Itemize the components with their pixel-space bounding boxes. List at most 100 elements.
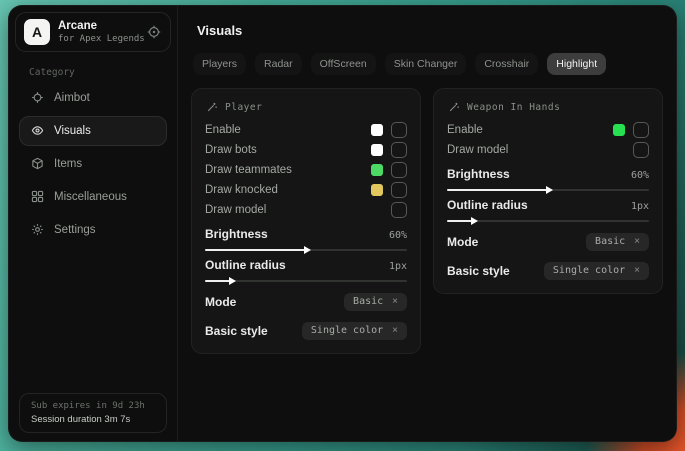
- slider-fill: [205, 280, 231, 282]
- sidebar-item-aimbot[interactable]: Aimbot: [19, 83, 167, 113]
- toggle-row-draw-model: Draw model: [447, 140, 649, 160]
- slider-outline-radius: Outline radius 1px: [447, 198, 649, 222]
- tab-offscreen[interactable]: OffScreen: [311, 53, 376, 75]
- slider-value: 60%: [631, 170, 649, 181]
- dropdown-label: Mode: [205, 295, 236, 309]
- panel-weapon-in-hands: Weapon In Hands Enable Draw model Bright…: [433, 88, 663, 294]
- slider-thumb[interactable]: [546, 186, 553, 194]
- slider-fill: [205, 249, 306, 251]
- dropdown-value: Basic: [595, 236, 625, 247]
- slider-value: 60%: [389, 230, 407, 241]
- dropdown-pill[interactable]: Basic ×: [586, 233, 649, 251]
- dropdown-mode: Mode Basic ×: [447, 232, 649, 251]
- clear-icon[interactable]: ×: [392, 297, 398, 307]
- eye-icon: [30, 124, 44, 138]
- slider-track[interactable]: [447, 220, 649, 222]
- toggle-row-draw-teammates: Draw teammates: [205, 160, 407, 180]
- clear-icon[interactable]: ×: [634, 266, 640, 276]
- main-content: Visuals Players Radar OffScreen Skin Cha…: [178, 6, 676, 441]
- clear-icon[interactable]: ×: [634, 237, 640, 247]
- slider-label: Brightness: [447, 167, 510, 181]
- slider-thumb[interactable]: [471, 217, 478, 225]
- dropdown-pill[interactable]: Single color ×: [302, 322, 407, 340]
- app-subtitle: for Apex Legends: [58, 34, 138, 44]
- toggle-label: Enable: [205, 124, 371, 136]
- package-icon: [30, 157, 44, 171]
- slider-thumb[interactable]: [229, 277, 236, 285]
- clear-icon[interactable]: ×: [392, 326, 398, 336]
- slider-label: Brightness: [205, 227, 268, 241]
- panels-row: Player Enable Draw bots Draw teammates: [191, 88, 663, 354]
- toggle-row-enable: Enable: [205, 120, 407, 140]
- session-duration-text: Session duration 3m 7s: [31, 414, 155, 425]
- checkbox[interactable]: [391, 182, 407, 198]
- slider-label: Outline radius: [205, 258, 286, 272]
- panel-weapon-header: Weapon In Hands: [448, 101, 649, 113]
- toggle-label: Draw bots: [205, 144, 371, 156]
- dropdown-pill[interactable]: Single color ×: [544, 262, 649, 280]
- slider-value: 1px: [631, 201, 649, 212]
- dropdown-mode: Mode Basic ×: [205, 292, 407, 311]
- slider-brightness: Brightness 60%: [205, 227, 407, 251]
- brand-card: A Arcane for Apex Legends: [15, 12, 171, 52]
- tab-radar[interactable]: Radar: [255, 53, 302, 75]
- color-swatch[interactable]: [371, 124, 383, 136]
- sidebar-nav: Aimbot Visuals Items: [9, 81, 177, 246]
- page-title: Visuals: [197, 23, 663, 38]
- checkbox[interactable]: [633, 142, 649, 158]
- grid-icon: [30, 190, 44, 204]
- slider-track[interactable]: [205, 280, 407, 282]
- toggle-label: Draw model: [447, 144, 633, 156]
- dropdown-label: Basic style: [205, 324, 268, 338]
- crosshair-icon: [30, 91, 44, 105]
- checkbox[interactable]: [391, 202, 407, 218]
- panel-player: Player Enable Draw bots Draw teammates: [191, 88, 421, 354]
- toggle-label: Enable: [447, 124, 613, 136]
- app-window: A Arcane for Apex Legends Category: [8, 5, 677, 442]
- panel-player-header: Player: [206, 101, 407, 113]
- dropdown-basic-style: Basic style Single color ×: [447, 261, 649, 280]
- dropdown-label: Basic style: [447, 264, 510, 278]
- sidebar-item-label: Items: [54, 158, 82, 170]
- slider-thumb[interactable]: [304, 246, 311, 254]
- color-swatch[interactable]: [613, 124, 625, 136]
- dropdown-label: Mode: [447, 235, 478, 249]
- sidebar-item-label: Aimbot: [54, 92, 90, 104]
- slider-brightness: Brightness 60%: [447, 167, 649, 191]
- brand-text: Arcane for Apex Legends: [58, 20, 138, 44]
- subscription-info-card: Sub expires in 9d 23h Session duration 3…: [19, 393, 167, 433]
- toggle-label: Draw model: [205, 204, 391, 216]
- sidebar-item-miscellaneous[interactable]: Miscellaneous: [19, 182, 167, 212]
- slider-fill: [447, 220, 473, 222]
- dropdown-value: Single color: [311, 325, 383, 336]
- sidebar-item-label: Visuals: [54, 125, 91, 137]
- tab-crosshair[interactable]: Crosshair: [475, 53, 538, 75]
- panel-title: Player: [225, 102, 262, 113]
- sidebar-item-visuals[interactable]: Visuals: [19, 116, 167, 146]
- tab-highlight[interactable]: Highlight: [547, 53, 606, 75]
- checkbox[interactable]: [391, 142, 407, 158]
- tab-skin-changer[interactable]: Skin Changer: [385, 53, 467, 75]
- color-swatch[interactable]: [371, 164, 383, 176]
- wand-icon: [206, 101, 218, 113]
- sidebar-item-items[interactable]: Items: [19, 149, 167, 179]
- checkbox[interactable]: [391, 122, 407, 138]
- toggle-row-draw-bots: Draw bots: [205, 140, 407, 160]
- toggle-row-enable: Enable: [447, 120, 649, 140]
- slider-outline-radius: Outline radius 1px: [205, 258, 407, 282]
- sidebar-item-settings[interactable]: Settings: [19, 215, 167, 245]
- app-name: Arcane: [58, 20, 138, 32]
- dropdown-pill[interactable]: Basic ×: [344, 293, 407, 311]
- slider-track[interactable]: [447, 189, 649, 191]
- sub-expiry-text: Sub expires in 9d 23h: [31, 401, 155, 411]
- tab-players[interactable]: Players: [193, 53, 246, 75]
- dropdown-value: Single color: [553, 265, 625, 276]
- color-swatch[interactable]: [371, 144, 383, 156]
- panel-title: Weapon In Hands: [467, 102, 560, 113]
- wand-icon: [448, 101, 460, 113]
- color-swatch[interactable]: [371, 184, 383, 196]
- target-icon[interactable]: [146, 24, 162, 40]
- slider-track[interactable]: [205, 249, 407, 251]
- checkbox[interactable]: [391, 162, 407, 178]
- checkbox[interactable]: [633, 122, 649, 138]
